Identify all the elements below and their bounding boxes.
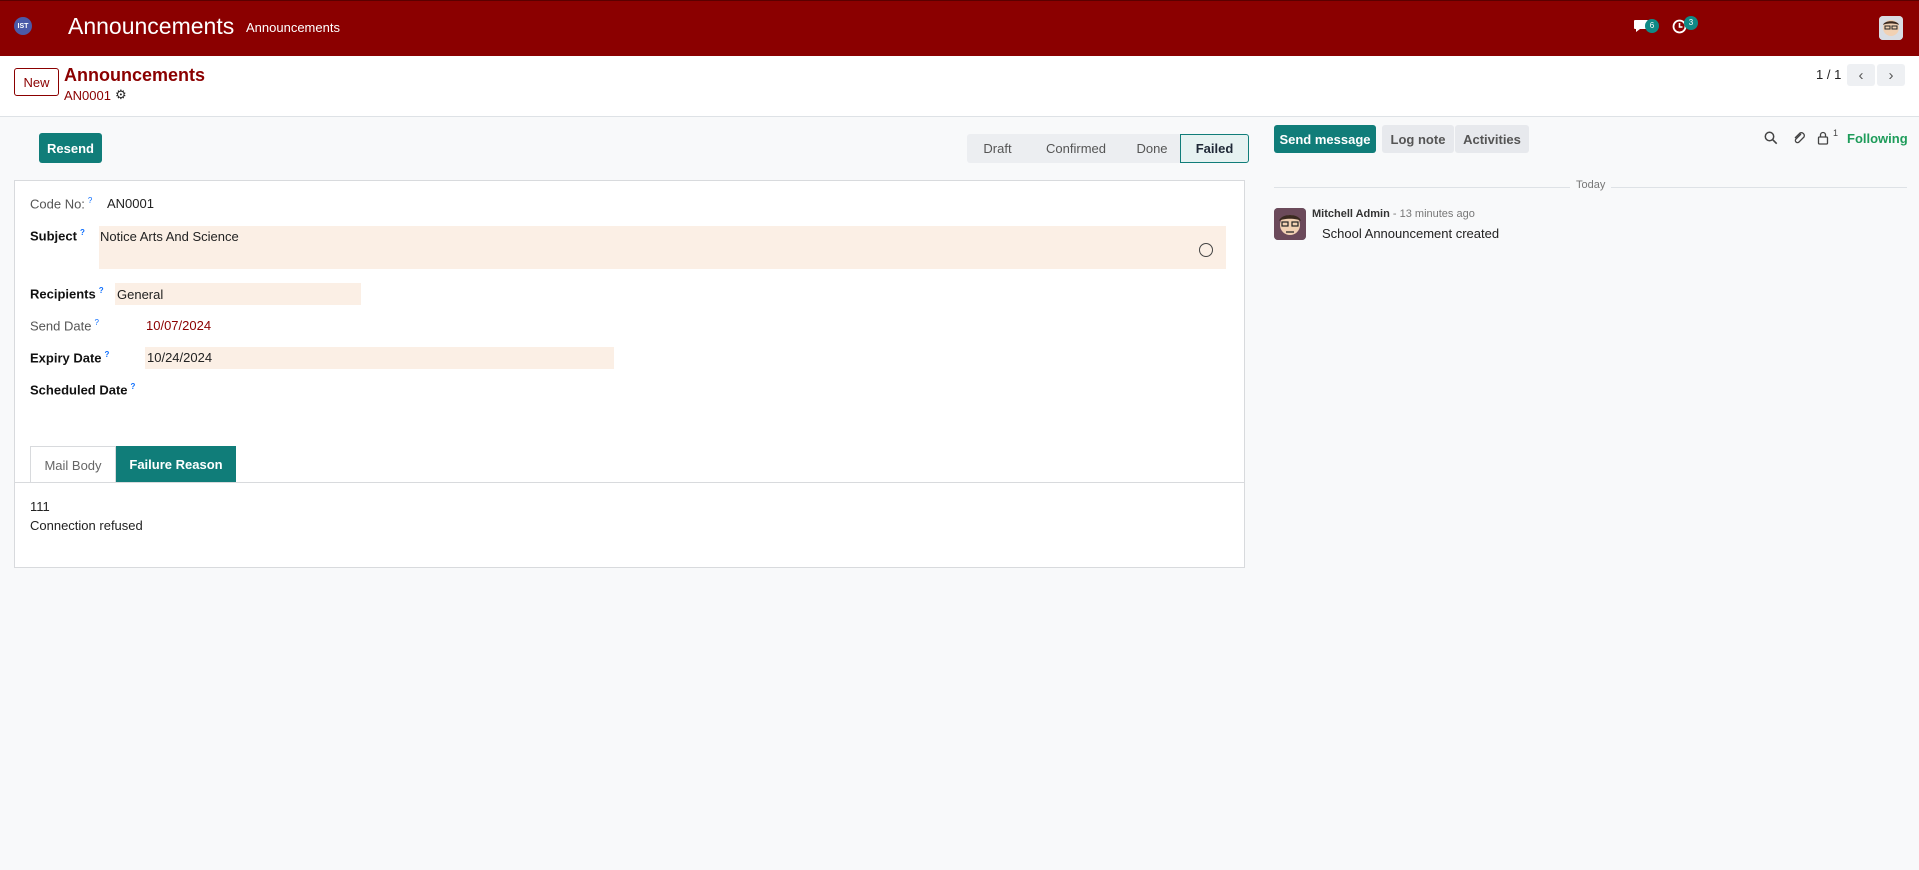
expiry-date-value: 10/24/2024 <box>147 350 213 365</box>
pager-value[interactable]: 1 / 1 <box>1816 67 1841 82</box>
translate-icon[interactable] <box>1199 243 1213 257</box>
message-author-name[interactable]: Mitchell Admin <box>1312 208 1390 220</box>
breadcrumb-current: AN0001 ⚙ <box>64 87 127 103</box>
code-label: Code No:? <box>30 196 93 212</box>
expiry-date-field[interactable] <box>145 347 614 369</box>
pager-previous-icon[interactable]: ‹ <box>1847 64 1875 86</box>
recipients-value: General <box>117 287 164 302</box>
send-date-value[interactable]: 10/07/2024 <box>146 318 211 333</box>
activities-button[interactable]: Activities <box>1455 125 1529 153</box>
notebook-tabs: Mail Body Failure Reason <box>30 446 236 483</box>
tab-failure-reason[interactable]: Failure Reason <box>116 446 236 483</box>
gear-icon[interactable]: ⚙ <box>115 87 127 103</box>
tab-divider <box>15 482 1244 483</box>
message-author: Mitchell Admin - 13 minutes ago <box>1312 208 1475 220</box>
subject-value: Notice Arts And Science <box>100 229 239 244</box>
subject-label: Subject? <box>30 228 85 244</box>
breadcrumb-parent[interactable]: Announcements <box>64 65 205 86</box>
control-panel: New Announcements AN0001 ⚙ 1 / 1 ‹ › <box>0 56 1919 117</box>
day-separator: Today <box>1570 179 1612 191</box>
stage-draft[interactable]: Draft <box>967 134 1028 163</box>
stage-done[interactable]: Done <box>1124 134 1180 163</box>
log-note-button[interactable]: Log note <box>1382 125 1454 153</box>
expiry-date-label: Expiry Date? <box>30 350 110 366</box>
send-message-button[interactable]: Send message <box>1274 125 1376 153</box>
top-navbar: IST Announcements Announcements 6 3 <box>0 0 1919 56</box>
apps-menu-icon[interactable]: IST <box>14 17 32 35</box>
user-avatar[interactable] <box>1879 16 1903 40</box>
tab-mail-body[interactable]: Mail Body <box>30 446 116 483</box>
send-date-label: Send Date? <box>30 318 99 334</box>
messages-badge: 6 <box>1645 19 1659 33</box>
message-date: - 13 minutes ago <box>1392 208 1475 220</box>
message-body: School Announcement created <box>1322 226 1500 241</box>
followers-count: 1 <box>1833 128 1839 138</box>
code-value: AN0001 <box>107 196 154 211</box>
following-button[interactable]: Following <box>1847 131 1908 146</box>
resend-button[interactable]: Resend <box>39 133 102 163</box>
scheduled-date-label: Scheduled Date? <box>30 382 136 398</box>
search-icon[interactable] <box>1764 131 1778 148</box>
new-button[interactable]: New <box>14 68 59 96</box>
followers-lock-icon[interactable] <box>1817 131 1829 148</box>
activities-badge: 3 <box>1684 16 1698 30</box>
failure-code: 111 <box>30 499 50 514</box>
status-bar: Draft Confirmed Done Failed <box>967 134 1249 163</box>
paperclip-icon[interactable] <box>1792 131 1806 148</box>
record-name: AN0001 <box>64 87 111 103</box>
stage-failed[interactable]: Failed <box>1180 134 1249 163</box>
form-sheet: Code No:? AN0001 Subject? Notice Arts An… <box>14 180 1245 568</box>
failure-text: Connection refused <box>30 518 143 533</box>
message-avatar[interactable] <box>1274 208 1306 240</box>
subject-field[interactable] <box>99 226 1226 269</box>
app-brand[interactable]: Announcements <box>68 13 234 40</box>
recipients-label: Recipients? <box>30 286 104 302</box>
pager-next-icon[interactable]: › <box>1877 64 1905 86</box>
stage-confirmed[interactable]: Confirmed <box>1028 134 1124 163</box>
menu-announcements[interactable]: Announcements <box>246 20 340 35</box>
